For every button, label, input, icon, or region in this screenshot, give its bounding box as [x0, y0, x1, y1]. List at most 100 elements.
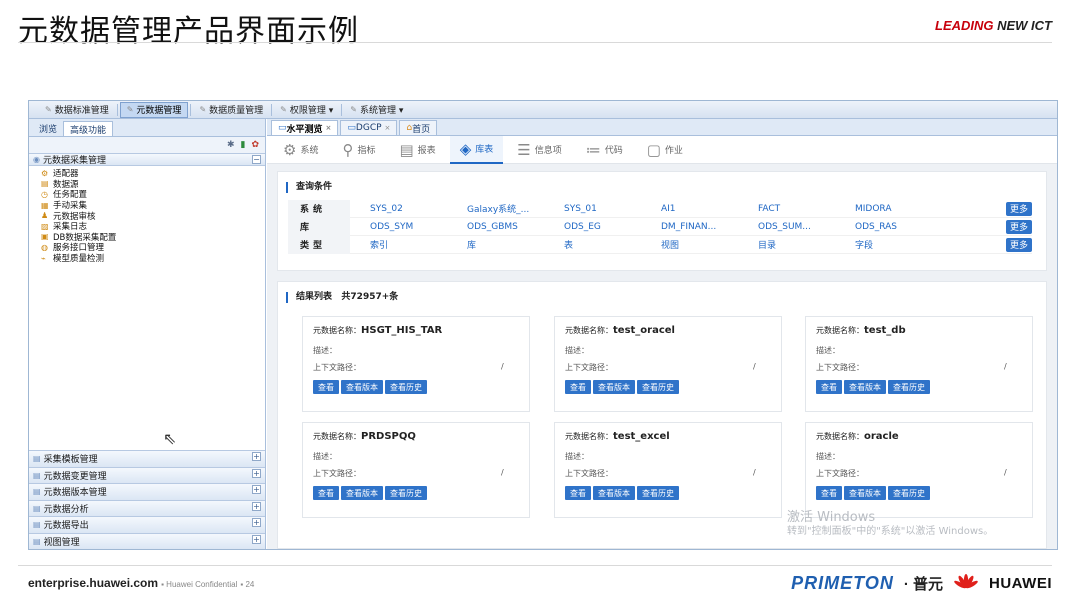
group-header-item[interactable]: ▤ 视图管理 + [29, 532, 265, 549]
query-filter-value[interactable]: ODS_SUM... [738, 222, 835, 232]
query-filter-value[interactable]: SYS_02 [350, 204, 447, 214]
group-metadata-collection[interactable]: ◉ 元数据采集管理 − [29, 153, 265, 166]
expand-icon[interactable]: + [252, 485, 261, 494]
collapse-icon[interactable]: − [252, 155, 261, 164]
view-version-button[interactable]: 查看版本 [593, 486, 635, 500]
query-filter-value[interactable]: 表 [544, 238, 641, 251]
card-name: 元数据名称：oracle [816, 431, 1022, 442]
close-icon[interactable]: × [326, 124, 332, 132]
query-filter-value[interactable]: FACT [738, 204, 835, 214]
query-filter-value[interactable]: MIDORA [835, 204, 932, 214]
menu-item-3[interactable]: ✎ 权限管理 ▾ [274, 102, 339, 118]
export-icon[interactable]: ▮ [241, 140, 246, 150]
view-button[interactable]: 查看 [565, 486, 591, 500]
tree-item[interactable]: ⌁ 模型质量检测 [41, 253, 265, 265]
query-filter-value[interactable]: 索引 [350, 238, 447, 251]
view-button[interactable]: 查看 [816, 380, 842, 394]
watermark-line2: 转到"控制面板"中的"系统"以激活 Windows。 [787, 526, 994, 537]
card-path-value: / [1004, 468, 1007, 477]
view-version-button[interactable]: 查看版本 [341, 380, 383, 394]
expand-icon[interactable]: + [252, 501, 261, 511]
query-filter-value[interactable]: ODS_RAS [835, 222, 932, 232]
more-button[interactable]: 更多 [1005, 201, 1032, 216]
datasource-icon: ▤ [41, 179, 49, 189]
query-filter-value[interactable]: 库 [447, 238, 544, 251]
view-version-button[interactable]: 查看版本 [593, 380, 635, 394]
card-name: 元数据名称：test_oracel [565, 325, 771, 336]
menu-item-2[interactable]: ✎ 数据质量管理 [193, 102, 269, 118]
object-type-3[interactable]: ◈ 库表 [449, 135, 504, 164]
view-button[interactable]: 查看 [565, 380, 591, 394]
expand-icon[interactable]: + [252, 452, 261, 461]
query-filter-value[interactable]: ODS_GBMS [447, 222, 544, 232]
audit-icon: ♟ [41, 211, 49, 221]
group-header-item[interactable]: ▤ 采集模板管理 + [29, 450, 265, 467]
group-header-item[interactable]: ▤ 元数据版本管理 + [29, 483, 265, 500]
query-row-label: 系统 [288, 199, 350, 218]
expand-icon[interactable]: + [252, 468, 261, 478]
group-label: 元数据变更管理 [43, 471, 107, 482]
object-type-4[interactable]: ☰ 信息项 [507, 136, 571, 164]
refresh-icon[interactable]: ✱ [227, 140, 235, 150]
view-history-button[interactable]: 查看历史 [888, 380, 930, 394]
object-type-1[interactable]: ⚲ 指标 [332, 136, 385, 164]
menu-item-1[interactable]: ✎ 元数据管理 [119, 101, 189, 118]
menu-item-0[interactable]: ✎ 数据标准管理 [39, 102, 115, 118]
view-button[interactable]: 查看 [313, 486, 339, 500]
view-history-button[interactable]: 查看历史 [888, 486, 930, 500]
query-filter-value[interactable]: ODS_SYM [350, 222, 447, 232]
title-divider [18, 42, 1052, 43]
view-version-button[interactable]: 查看版本 [844, 486, 886, 500]
tab-browse[interactable]: 浏览 [33, 121, 63, 136]
lines-icon: ☰ [517, 140, 531, 159]
folder-icon: ▤ [33, 470, 41, 480]
query-filter-value[interactable]: 字段 [835, 238, 932, 251]
view-version-button[interactable]: 查看版本 [844, 380, 886, 394]
query-filter-value[interactable]: ODS_EG [544, 222, 641, 232]
object-type-bar: ⚙ 系统 ⚲ 指标 ▤ 报表 ◈ 库表 ☰ 信息项 ≔ 代码 ▢ 作业 [267, 135, 1057, 164]
menu-item-4[interactable]: ✎ 系统管理 ▾ [344, 102, 409, 118]
close-icon[interactable]: × [385, 124, 391, 132]
tab-content-1[interactable]: ▭ DGCP × [340, 120, 398, 135]
query-filter-value[interactable]: DM_FINAN... [641, 222, 738, 232]
object-type-2[interactable]: ▤ 报表 [389, 136, 445, 164]
result-card: 元数据名称：oracle 描述： 上下文路径： / 查看 查看版本 查看历史 [805, 422, 1033, 518]
group-header-item[interactable]: ▤ 元数据变更管理 + [29, 466, 265, 483]
query-filter-value[interactable]: Galaxy系统_... [447, 202, 544, 215]
group-header-item[interactable]: ▤ 元数据导出 + [29, 516, 265, 533]
view-history-button[interactable]: 查看历史 [637, 486, 679, 500]
view-button[interactable]: 查看 [313, 380, 339, 394]
pencil-icon: ✎ [45, 105, 52, 114]
view-history-button[interactable]: 查看历史 [385, 380, 427, 394]
bottom-groups: ▤ 采集模板管理 + ▤ 元数据变更管理 + ▤ 元数据版本管理 + ▤ 元数据分析 + ▤ 元数据导出 +… [29, 450, 265, 549]
object-type-5[interactable]: ≔ 代码 [576, 136, 633, 164]
tab-content-2[interactable]: ⌂ 首页 [399, 120, 438, 135]
expand-icon[interactable]: + [252, 534, 261, 544]
more-button[interactable]: 更多 [1005, 219, 1032, 234]
tab-content-0[interactable]: ▭ 水平测览 × [271, 120, 339, 135]
view-version-button[interactable]: 查看版本 [341, 486, 383, 500]
settings-icon[interactable]: ✿ [251, 140, 259, 150]
query-filter-value[interactable]: AI1 [641, 204, 738, 214]
object-type-6[interactable]: ▢ 作业 [637, 136, 693, 164]
group-header-item[interactable]: ▤ 元数据分析 + [29, 499, 265, 516]
query-row-label: 类型 [288, 235, 350, 254]
query-filter-value[interactable]: SYS_01 [544, 204, 641, 214]
object-type-0[interactable]: ⚙ 系统 [273, 136, 328, 164]
query-filter-value[interactable]: 视图 [641, 238, 738, 251]
expand-icon[interactable]: + [252, 518, 261, 527]
manual-icon: ▦ [41, 200, 49, 210]
card-buttons: 查看 查看版本 查看历史 [565, 380, 771, 394]
query-filter-value[interactable]: 目录 [738, 238, 835, 251]
view-history-button[interactable]: 查看历史 [637, 380, 679, 394]
huawei-wordmark: HUAWEI [989, 574, 1052, 592]
card-path-value: / [501, 362, 504, 371]
more-button[interactable]: 更多 [1005, 237, 1032, 252]
metric-icon: ⚲ [342, 140, 354, 159]
view-history-button[interactable]: 查看历史 [385, 486, 427, 500]
card-name-value: oracle [864, 431, 899, 442]
card-path-value: / [753, 362, 756, 371]
view-button[interactable]: 查看 [816, 486, 842, 500]
tab-advanced[interactable]: 高级功能 [63, 121, 114, 136]
object-type-label: 信息项 [534, 146, 562, 156]
